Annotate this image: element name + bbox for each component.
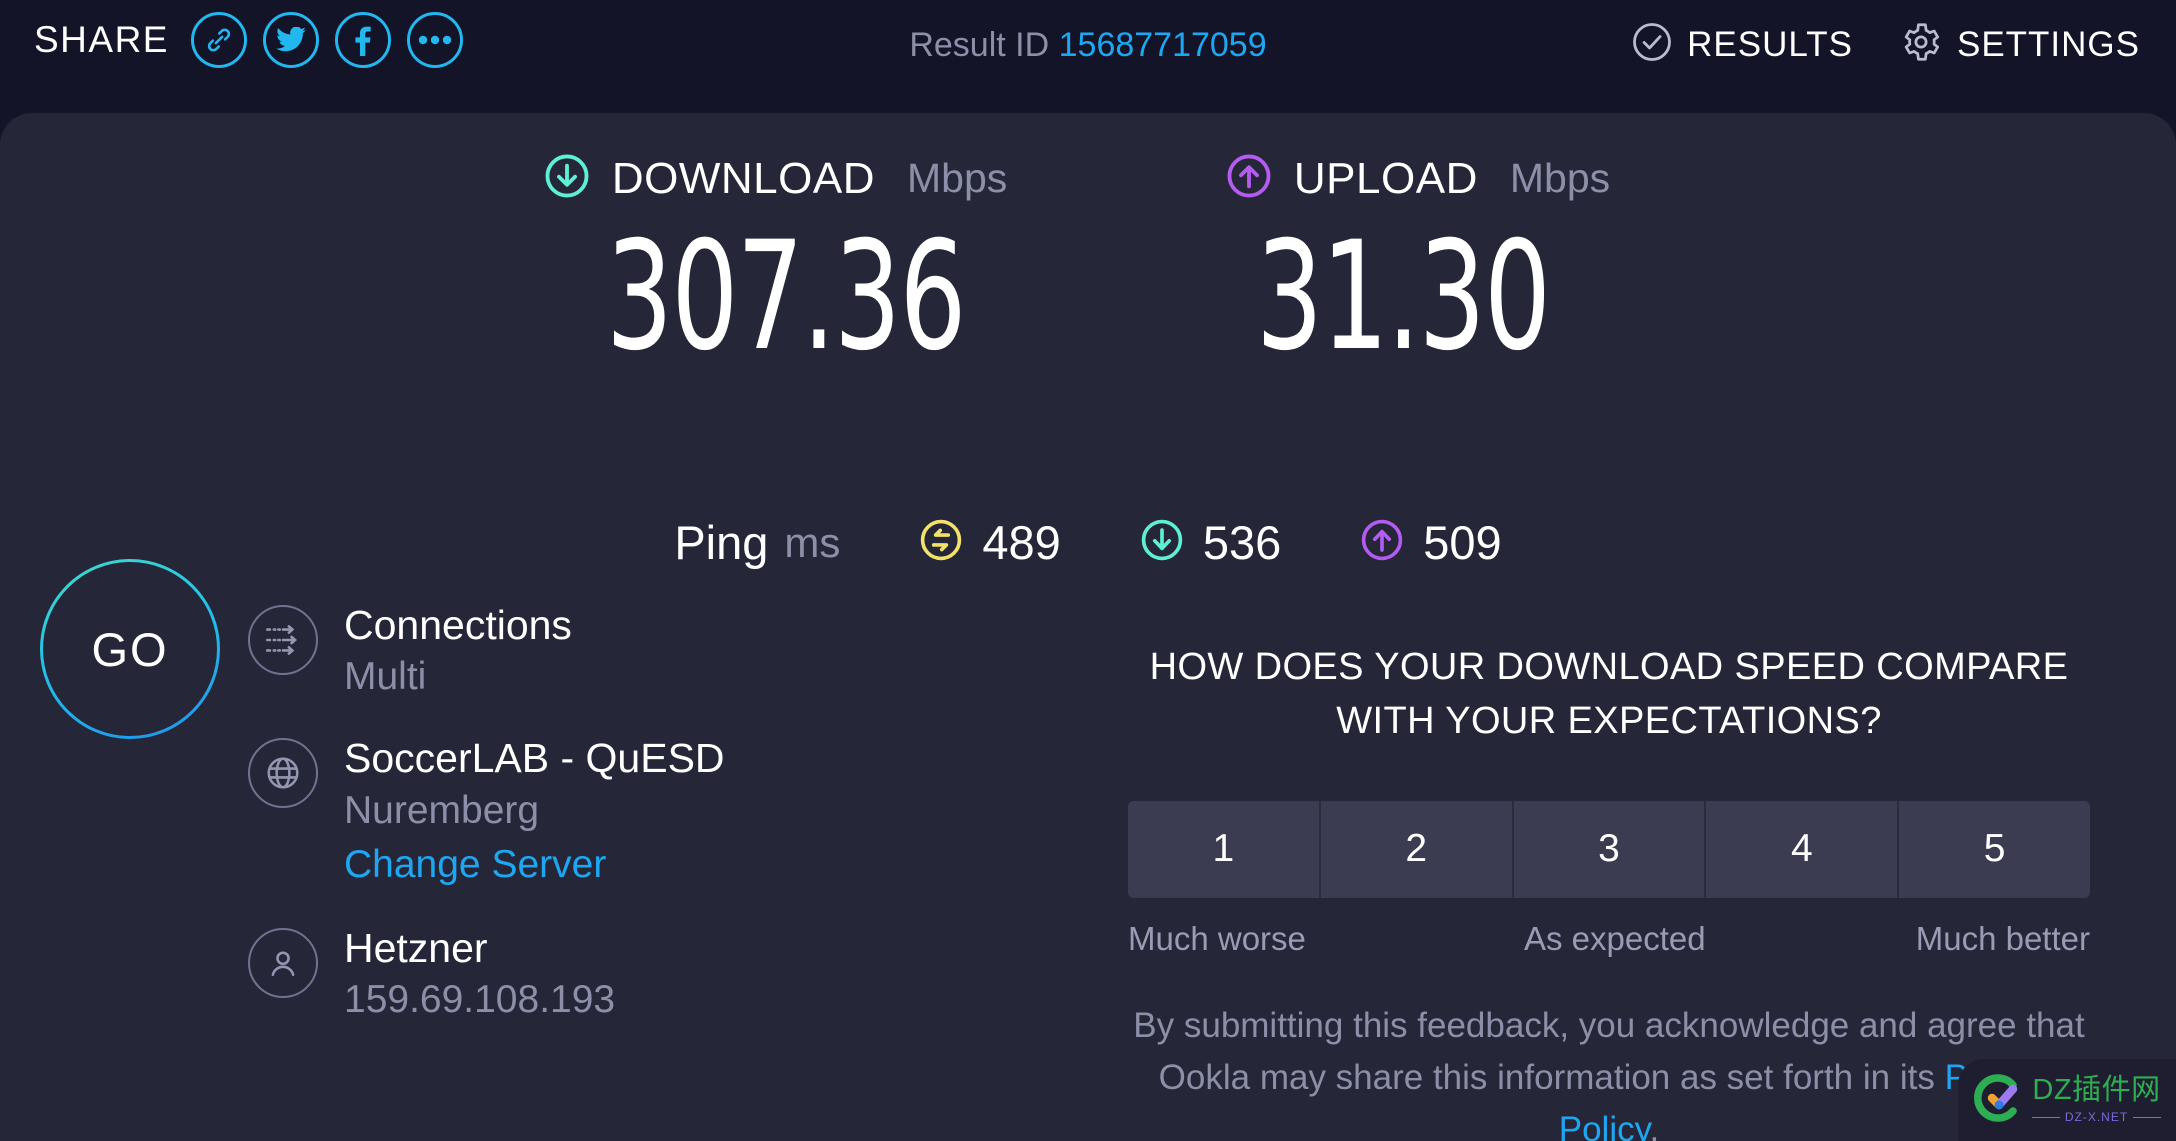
ping-results: Ping ms 489 536 509 xyxy=(0,515,2176,570)
rating-scale-labels: Much worse As expected Much better xyxy=(1128,920,2090,958)
dz-logo-icon xyxy=(1973,1072,2025,1129)
header-nav: RESULTS SETTINGS xyxy=(1631,20,2140,69)
settings-nav-label: SETTINGS xyxy=(1956,24,2140,64)
feedback-disclaimer: By submitting this feedback, you acknowl… xyxy=(1128,1000,2090,1141)
download-arrow-icon xyxy=(544,153,590,204)
connections-label: Connections xyxy=(344,602,572,648)
rating-button-5[interactable]: 5 xyxy=(1899,800,2090,898)
download-result: DOWNLOAD Mbps 307.36 xyxy=(544,153,1066,372)
result-id-label: Result ID xyxy=(909,26,1050,64)
disclaimer-text-part1: By submitting this feedback, you acknowl… xyxy=(1133,1005,2085,1097)
rating-button-group: 1 2 3 4 5 xyxy=(1128,800,2090,898)
upload-title: UPLOAD xyxy=(1293,153,1478,203)
scale-label-low: Much worse xyxy=(1128,919,1306,957)
ping-label: Ping xyxy=(674,516,769,569)
settings-nav-button[interactable]: SETTINGS xyxy=(1899,20,2140,69)
upload-arrow-icon xyxy=(1359,517,1405,568)
connection-info-list: Connections Multi SoccerLAB - QuESD Nure… xyxy=(248,599,888,1055)
change-server-link[interactable]: Change Server xyxy=(344,837,725,894)
info-text: Hetzner 159.69.108.193 xyxy=(344,922,615,1027)
speedtest-result-page: SHARE Result ID 15687717059 RESULTS SETT… xyxy=(0,0,2176,1141)
gear-icon xyxy=(1899,20,1943,69)
info-text: SoccerLAB - QuESD Nuremberg Change Serve… xyxy=(344,732,725,894)
ip-address: 159.69.108.193 xyxy=(344,978,616,1022)
watermark-sub-wrap: DZ-X.NET xyxy=(2031,1110,2162,1124)
ping-idle: 489 xyxy=(918,515,1061,570)
ping-unit: ms xyxy=(784,518,841,566)
watermark-text: DZ插件网 DZ-X.NET xyxy=(2031,1074,2162,1124)
upload-result: UPLOAD Mbps 31.30 xyxy=(1226,153,1632,372)
upload-header: UPLOAD Mbps xyxy=(1226,153,1610,204)
rating-button-2[interactable]: 2 xyxy=(1320,800,1514,898)
download-arrow-icon xyxy=(1139,517,1185,568)
go-button[interactable]: GO xyxy=(40,559,220,739)
idle-latency-icon xyxy=(918,517,964,568)
download-header: DOWNLOAD Mbps xyxy=(544,153,1007,204)
rating-button-3[interactable]: 3 xyxy=(1513,800,1707,898)
speed-results: DOWNLOAD Mbps 307.36 UPLOAD Mbps 31.30 xyxy=(0,153,2176,372)
ping-upload-value: 509 xyxy=(1423,516,1502,569)
info-text: Connections Multi xyxy=(344,599,572,704)
scale-label-high: Much better xyxy=(1915,919,2090,957)
feedback-title-line2: WITH YOUR EXPECTATIONS? xyxy=(1336,699,1882,742)
server-location: Nuremberg xyxy=(344,788,540,832)
scale-label-mid: As expected xyxy=(1524,919,1706,957)
main-panel: DOWNLOAD Mbps 307.36 UPLOAD Mbps 31.30 P… xyxy=(0,113,2176,1141)
info-item-isp: Hetzner 159.69.108.193 xyxy=(248,922,888,1027)
ping-upload: 509 xyxy=(1359,515,1502,570)
feedback-title: HOW DOES YOUR DOWNLOAD SPEED COMPARE WIT… xyxy=(1128,641,2090,749)
multi-connection-icon xyxy=(248,605,318,675)
download-unit: Mbps xyxy=(906,155,1008,201)
server-name: SoccerLAB - QuESD xyxy=(344,735,725,782)
rating-button-4[interactable]: 4 xyxy=(1706,800,1900,898)
results-nav-label: RESULTS xyxy=(1687,24,1853,64)
go-button-label: GO xyxy=(91,622,169,676)
watermark-rule-right xyxy=(2133,1116,2162,1118)
go-button-wrapper: GO xyxy=(40,559,220,739)
ping-download: 536 xyxy=(1139,515,1281,570)
feedback-section: HOW DOES YOUR DOWNLOAD SPEED COMPARE WIT… xyxy=(1128,641,2090,1141)
results-nav-button[interactable]: RESULTS xyxy=(1631,21,1853,68)
ping-download-value: 536 xyxy=(1202,516,1282,569)
feedback-title-line1: HOW DOES YOUR DOWNLOAD SPEED COMPARE xyxy=(1149,646,2069,688)
check-circle-icon xyxy=(1631,21,1673,68)
upload-unit: Mbps xyxy=(1509,155,1611,201)
person-icon xyxy=(248,927,318,998)
result-id-value[interactable]: 15687717059 xyxy=(1059,26,1267,64)
app-header: SHARE Result ID 15687717059 RESULTS SETT… xyxy=(0,0,2176,113)
upload-arrow-icon xyxy=(1226,153,1272,204)
upload-value: 31.30 xyxy=(1255,210,1551,384)
watermark-rule-left xyxy=(2031,1116,2060,1118)
watermark-sub: DZ-X.NET xyxy=(2064,1110,2129,1124)
watermark: DZ插件网 DZ-X.NET xyxy=(1958,1059,2176,1141)
info-item-connections: Connections Multi xyxy=(248,599,888,704)
isp-name: Hetzner xyxy=(344,924,488,971)
watermark-main: DZ插件网 xyxy=(2032,1074,2161,1106)
ping-idle-value: 489 xyxy=(982,516,1061,569)
info-item-server: SoccerLAB - QuESD Nuremberg Change Serve… xyxy=(248,732,888,894)
disclaimer-text-part2: . xyxy=(1649,1109,1660,1141)
globe-icon xyxy=(248,738,318,809)
connections-value: Multi xyxy=(344,655,427,699)
download-title: DOWNLOAD xyxy=(611,153,875,203)
rating-button-1[interactable]: 1 xyxy=(1128,800,1321,898)
download-value: 307.36 xyxy=(605,210,966,384)
